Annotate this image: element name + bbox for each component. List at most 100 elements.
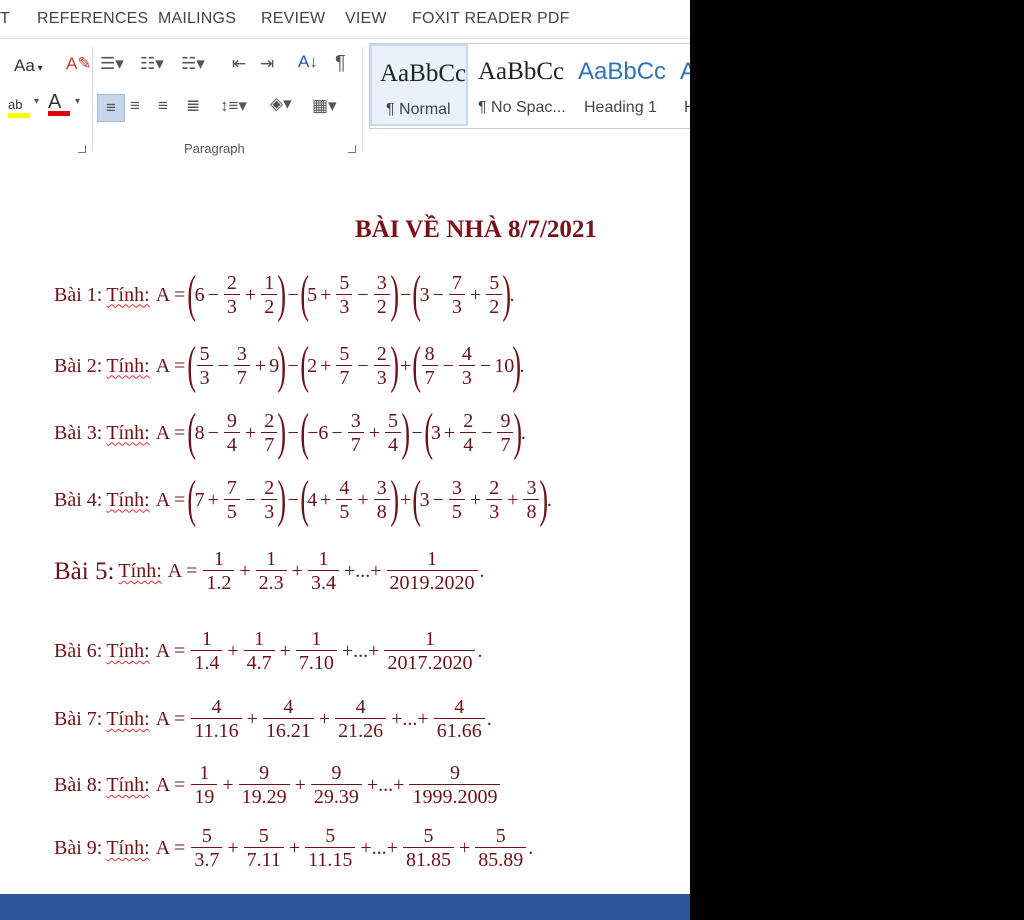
fraction: 24	[460, 410, 477, 456]
highlight-dropdown-icon[interactable]: ▾	[34, 96, 39, 107]
denominator: 3	[196, 364, 213, 389]
operator: −	[244, 488, 257, 511]
denominator: 1.2	[203, 570, 235, 594]
operator: +	[207, 488, 219, 511]
numerator: 2	[264, 476, 275, 499]
increase-indent-icon[interactable]: ⇥	[260, 54, 274, 74]
operator: +	[400, 488, 412, 511]
change-case-button[interactable]: Aa ▾	[14, 56, 43, 76]
denominator: 4	[460, 431, 477, 456]
operator: −	[287, 488, 299, 511]
clear-formatting-icon[interactable]: A✎	[66, 54, 92, 74]
numerator: 1	[213, 548, 224, 570]
highlight-color-button[interactable]: ab	[8, 94, 30, 118]
parenthesis: (	[423, 404, 433, 461]
tinh-label: Tính:	[106, 283, 150, 306]
operator: +	[291, 560, 303, 582]
denominator: 4	[384, 431, 401, 456]
font-color-icon: A	[48, 91, 62, 113]
group-separator	[362, 47, 363, 151]
decrease-indent-icon[interactable]: ⇤	[232, 54, 246, 74]
denominator: 81.85	[402, 847, 454, 871]
fraction: 9 29.39	[310, 763, 362, 808]
operator: +	[320, 283, 332, 306]
group-separator	[92, 47, 93, 151]
bullets-icon[interactable]: ☰▾	[100, 54, 124, 74]
numerator: 1	[199, 762, 210, 784]
problem-5: Bài 5: Tính: A = 1 1.2 +1 2.3 +1 3.4 +...+ 1 2019.2…	[54, 549, 485, 594]
style-no-spacing[interactable]: AaBbCc ¶ No Spac...	[470, 44, 568, 126]
font-dialog-launcher-icon[interactable]	[78, 145, 86, 153]
numerator: 5	[339, 342, 350, 365]
highlight-icon: ab	[8, 97, 23, 112]
numerator: 1	[266, 548, 277, 570]
numerator: 5	[423, 825, 434, 847]
denominator: 3	[373, 364, 390, 389]
denominator: 61.66	[433, 718, 485, 742]
denominator: 2	[261, 293, 278, 318]
style-heading-2[interactable]: A H	[670, 44, 690, 126]
fraction: 35	[448, 477, 465, 523]
style-sample: AaBbCc	[478, 58, 565, 85]
expression-lhs: A =	[155, 354, 186, 377]
style-heading-1[interactable]: AaBbCc Heading 1	[570, 44, 668, 126]
tab-view[interactable]: VIEW	[345, 10, 387, 28]
numerator: 9	[226, 409, 237, 432]
numerator: 5	[325, 825, 336, 847]
numerator: 5	[489, 271, 500, 294]
operator: +	[244, 283, 257, 306]
tinh-label: Tính:	[106, 708, 150, 730]
numerator: 2	[264, 409, 275, 432]
document-page[interactable]: BÀI VỀ NHÀ 8/7/2021 Bài 1: Tính: A =(6−2 3 +…	[0, 161, 690, 894]
fraction: 53	[196, 343, 213, 389]
numerator: 2	[489, 476, 500, 499]
font-color-button[interactable]: A	[48, 91, 70, 116]
operator: −	[411, 421, 423, 444]
operator: +	[458, 837, 471, 859]
fraction: 1 7.10	[295, 629, 337, 674]
fraction: 5 81.85	[402, 825, 454, 871]
denominator: 29.39	[310, 784, 362, 808]
fraction: 45	[336, 477, 353, 523]
operator: −	[287, 283, 299, 306]
fraction: 94	[223, 409, 240, 456]
term: .	[477, 640, 483, 662]
denominator: 8	[523, 498, 540, 523]
numerator: 9	[449, 762, 460, 784]
operator: −	[357, 283, 369, 306]
multilevel-list-icon[interactable]: ☵▾	[181, 54, 205, 74]
tab-review[interactable]: REVIEW	[261, 10, 325, 28]
show-formatting-marks-icon[interactable]: ¶	[335, 52, 346, 75]
tab-partial[interactable]: T	[0, 10, 10, 28]
align-right-icon[interactable]: ≡	[158, 96, 168, 116]
align-center-icon[interactable]: ≡	[130, 96, 140, 116]
paragraph-dialog-launcher-icon[interactable]	[348, 145, 356, 153]
tab-foxit-reader-pdf[interactable]: FOXIT READER PDF	[412, 10, 570, 28]
style-normal[interactable]: AaBbCc ¶ Normal	[370, 44, 468, 126]
fraction: 52	[486, 271, 503, 318]
ribbon-home: Aa ▾ A✎ ab ▾ A ▾ ☰▾ ☷▾ ☵▾ ⇤ ⇥ A↓ ¶ ≡ ≡ ≡…	[0, 38, 690, 162]
denominator: 2	[486, 293, 503, 318]
line-spacing-icon[interactable]: ↕≡▾	[220, 96, 247, 116]
borders-icon[interactable]: ▦▾	[312, 96, 337, 116]
justify-icon[interactable]: ≣	[186, 96, 200, 116]
denominator: 3	[261, 498, 278, 523]
operator: +	[400, 354, 412, 377]
tab-mailings[interactable]: MAILINGS	[158, 10, 236, 28]
tab-references[interactable]: REFERENCES	[37, 10, 148, 28]
font-color-dropdown-icon[interactable]: ▾	[75, 96, 80, 107]
numbering-icon[interactable]: ☷▾	[140, 54, 164, 74]
denominator: 3	[486, 498, 503, 523]
problem-label: Bài 8:	[54, 774, 103, 796]
numerator: 1	[427, 548, 438, 570]
problem-7: Bài 7: Tính: A = 4 11.16 +4 16.21 +4 21.26 +...+ 4…	[54, 697, 492, 742]
shading-icon[interactable]: ◈▾	[270, 94, 292, 114]
problem-3: Bài 3: Tính: A =(8−9 4 +2 7) −(−6−3 7 +5 4) −(3 +2 4…	[54, 407, 526, 459]
parenthesis: (	[187, 404, 197, 461]
parenthesis: (	[412, 266, 422, 323]
operator: +	[368, 421, 380, 444]
align-left-icon[interactable]: ≡	[97, 94, 125, 122]
fraction: 5 11.15	[305, 825, 356, 871]
sort-icon[interactable]: A↓	[298, 52, 318, 72]
operator: +	[244, 421, 257, 444]
